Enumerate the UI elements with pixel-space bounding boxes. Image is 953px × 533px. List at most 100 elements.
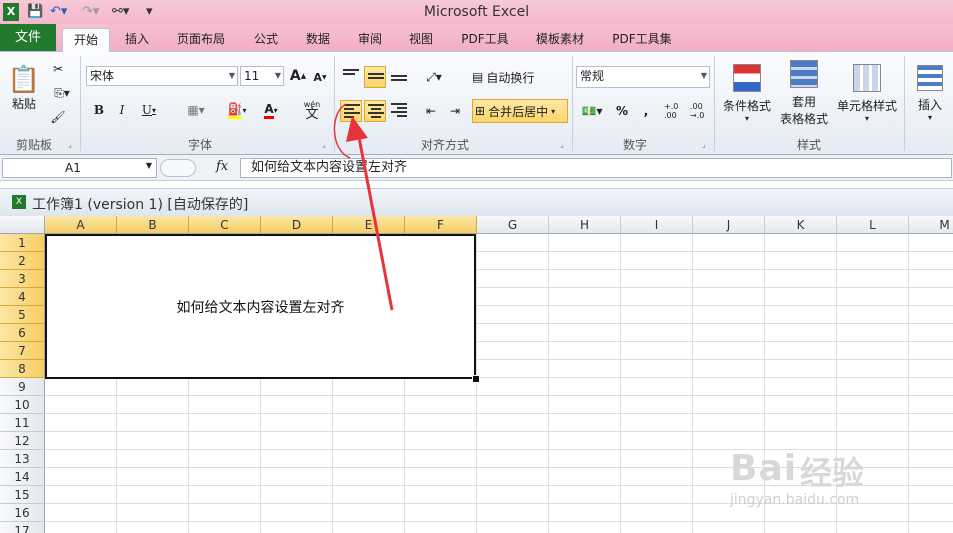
- comma-style-button[interactable]: ,: [638, 100, 654, 122]
- tab-page-layout[interactable]: 页面布局: [170, 28, 232, 51]
- row-header-3[interactable]: 3: [0, 270, 45, 288]
- tab-data[interactable]: 数据: [298, 28, 338, 51]
- divider: [334, 56, 335, 151]
- column-header-k[interactable]: K: [765, 216, 837, 234]
- font-color-button[interactable]: A ▾: [256, 100, 286, 120]
- italic-button[interactable]: I: [113, 100, 131, 120]
- tab-view[interactable]: 视图: [400, 28, 442, 51]
- divider: [714, 56, 715, 151]
- font-launcher-icon[interactable]: ⌟: [322, 140, 326, 149]
- fill-color-button[interactable]: ⛽ ▾: [222, 100, 252, 120]
- row-header-12[interactable]: 12: [0, 432, 45, 450]
- select-all-corner[interactable]: [0, 216, 45, 234]
- column-header-l[interactable]: L: [837, 216, 909, 234]
- fill-handle[interactable]: [472, 375, 480, 383]
- align-center-button[interactable]: [364, 100, 386, 122]
- increase-indent-icon[interactable]: ⇥: [444, 100, 466, 122]
- formula-input[interactable]: 如何给文本内容设置左对齐: [240, 158, 952, 178]
- name-box[interactable]: A1 ▼: [2, 158, 157, 178]
- decrease-decimal-button[interactable]: .00 →.0: [690, 100, 714, 122]
- divider: [80, 56, 81, 151]
- column-header-i[interactable]: I: [621, 216, 693, 234]
- decrease-indent-icon[interactable]: ⇤: [420, 100, 442, 122]
- column-header-b[interactable]: B: [117, 216, 189, 234]
- row-header-7[interactable]: 7: [0, 342, 45, 360]
- row-header-16[interactable]: 16: [0, 504, 45, 522]
- watermark-brand: Bai: [730, 448, 798, 489]
- cell-styles-button[interactable]: 单元格样式 ▾: [836, 56, 898, 130]
- column-header-j[interactable]: J: [693, 216, 765, 234]
- row-header-6[interactable]: 6: [0, 324, 45, 342]
- tab-pdf-tools[interactable]: PDF工具: [454, 28, 516, 51]
- gridline-horizontal: [45, 431, 953, 432]
- wrap-text-button[interactable]: ▤ 自动换行: [472, 66, 546, 88]
- row-header-8[interactable]: 8: [0, 360, 45, 378]
- tab-insert[interactable]: 插入: [116, 28, 158, 51]
- column-header-h[interactable]: H: [549, 216, 621, 234]
- column-header-c[interactable]: C: [189, 216, 261, 234]
- column-header-e[interactable]: E: [333, 216, 405, 234]
- row-header-11[interactable]: 11: [0, 414, 45, 432]
- row-header-15[interactable]: 15: [0, 486, 45, 504]
- grow-font-button[interactable]: A ▲: [290, 66, 306, 86]
- borders-button[interactable]: ▦▾: [182, 100, 210, 120]
- row-header-4[interactable]: 4: [0, 288, 45, 306]
- row-header-9[interactable]: 9: [0, 378, 45, 396]
- insert-cells-button[interactable]: 插入 ▾: [910, 56, 950, 130]
- tab-home[interactable]: 开始: [62, 28, 110, 52]
- align-middle-button[interactable]: [364, 66, 386, 88]
- tab-template[interactable]: 模板素材: [528, 28, 592, 51]
- tab-pdf-toolset[interactable]: PDF工具集: [604, 28, 680, 51]
- column-header-g[interactable]: G: [477, 216, 549, 234]
- cut-icon[interactable]: ✂: [48, 60, 68, 78]
- column-header-d[interactable]: D: [261, 216, 333, 234]
- align-top-button[interactable]: [340, 66, 362, 88]
- paint-bucket-icon: ⛽: [227, 102, 243, 119]
- bold-button[interactable]: B: [90, 100, 108, 120]
- increase-decimal-button[interactable]: +.0 .00: [664, 100, 688, 122]
- align-right-button[interactable]: [388, 100, 410, 122]
- row-header-2[interactable]: 2: [0, 252, 45, 270]
- phonetic-button[interactable]: wén 文: [296, 98, 328, 122]
- format-painter-icon[interactable]: 🖌: [48, 108, 68, 126]
- row-header-5[interactable]: 5: [0, 306, 45, 324]
- row-header-14[interactable]: 14: [0, 468, 45, 486]
- font-size-combo[interactable]: 11 ▼: [240, 66, 284, 86]
- tab-file[interactable]: 文件: [0, 24, 56, 51]
- copy-icon[interactable]: ⎘▾: [48, 84, 76, 102]
- row-header-1[interactable]: 1: [0, 234, 45, 252]
- gridline-horizontal: [45, 413, 953, 414]
- align-bottom-button[interactable]: [388, 66, 410, 88]
- tab-formulas[interactable]: 公式: [246, 28, 286, 51]
- group-label-alignment: 对齐方式: [420, 138, 469, 152]
- gridline-vertical: [908, 234, 909, 533]
- accounting-format-icon[interactable]: 💵▾: [578, 100, 606, 122]
- insert-function-button[interactable]: fx: [216, 159, 228, 174]
- shrink-font-button[interactable]: A ▼: [312, 68, 328, 86]
- row-header-17[interactable]: 17: [0, 522, 45, 533]
- number-launcher-icon[interactable]: ⌟: [702, 140, 706, 149]
- format-as-table-button[interactable]: 套用 表格格式: [776, 56, 832, 130]
- tab-review[interactable]: 审阅: [350, 28, 390, 51]
- insert-cells-icon: [917, 64, 943, 91]
- orientation-button[interactable]: ⤢▾: [420, 66, 448, 88]
- cell-styles-icon: [853, 63, 881, 92]
- underline-button[interactable]: U ▾: [136, 100, 162, 120]
- column-header-a[interactable]: A: [45, 216, 117, 234]
- align-left-button[interactable]: [340, 100, 362, 122]
- conditional-format-button[interactable]: 条件格式 ▾: [720, 56, 774, 130]
- column-header-m[interactable]: M: [909, 216, 953, 234]
- number-format-combo[interactable]: 常规 ▼: [576, 66, 710, 88]
- merge-center-button[interactable]: ⊞ 合并后居中 ▾: [472, 99, 568, 123]
- column-header-f[interactable]: F: [405, 216, 477, 234]
- font-name-combo[interactable]: 宋体 ▼: [86, 66, 238, 86]
- table-format-icon: [790, 59, 818, 88]
- row-header-10[interactable]: 10: [0, 396, 45, 414]
- merged-cell-a1-f8[interactable]: 如何给文本内容设置左对齐: [45, 234, 476, 379]
- formula-bar-resize-handle[interactable]: [160, 159, 196, 177]
- row-header-13[interactable]: 13: [0, 450, 45, 468]
- paste-button[interactable]: 📋 粘贴: [6, 58, 42, 118]
- percent-style-button[interactable]: %: [612, 100, 632, 122]
- alignment-launcher-icon[interactable]: ⌟: [560, 140, 564, 149]
- clipboard-launcher-icon[interactable]: ⌟: [68, 140, 72, 149]
